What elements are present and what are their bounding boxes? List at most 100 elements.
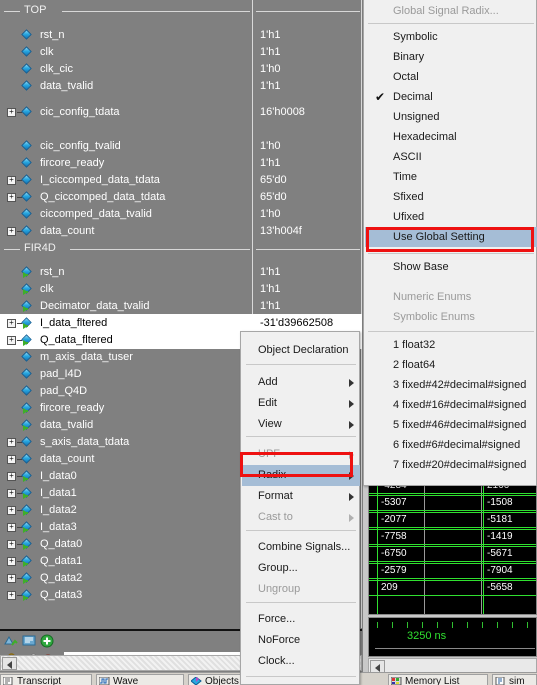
menu-item-label: 6 fixed#6#decimal#signed xyxy=(393,439,521,451)
menu-separator xyxy=(368,23,534,24)
signal-name: data_count xyxy=(40,453,95,465)
scroll-left-button[interactable] xyxy=(2,657,17,670)
signal-icon xyxy=(21,453,35,465)
insert-wave-icon[interactable] xyxy=(4,634,20,648)
expand-toggle-icon[interactable] xyxy=(7,455,16,464)
signal-diamond-icon xyxy=(21,106,32,117)
radix-menu-item-use-global-setting[interactable]: Use Global Setting xyxy=(365,227,537,247)
objects-icon xyxy=(190,676,202,685)
signal-row[interactable]: data_count 13'h004f xyxy=(0,223,362,240)
radix-menu-item-2-float64[interactable]: 2 float64 xyxy=(365,355,537,375)
signal-row[interactable]: clk 1'h1 xyxy=(0,44,362,61)
signal-row[interactable]: data_tvalid 1'h1 xyxy=(0,78,362,95)
signal-diamond-icon xyxy=(21,174,32,185)
radix-menu-item-7-fixed-20-decimal-signed[interactable]: 7 fixed#20#decimal#signed xyxy=(365,455,537,475)
menu-item-label: Numeric Enums xyxy=(393,291,472,303)
expand-toggle-icon[interactable] xyxy=(7,336,16,345)
signal-row[interactable]: I_ciccomped_data_tdata 65'd0 xyxy=(0,172,362,189)
expand-toggle-icon[interactable] xyxy=(7,319,16,328)
radix-menu-item-sfixed[interactable]: Sfixed xyxy=(365,187,537,207)
add-green-icon[interactable] xyxy=(40,634,54,648)
expand-toggle-icon[interactable] xyxy=(7,506,16,515)
wave-signal-line xyxy=(369,578,536,579)
radix-menu-item-6-fixed-6-decimal-signed[interactable]: 6 fixed#6#decimal#signed xyxy=(365,435,537,455)
expand-toggle-icon[interactable] xyxy=(7,591,16,600)
radix-menu-item-1-float32[interactable]: 1 float32 xyxy=(365,335,537,355)
add-to-list-icon[interactable] xyxy=(22,634,38,648)
signal-row[interactable]: rst_n 1'h1 xyxy=(0,27,362,44)
expand-toggle-icon[interactable] xyxy=(7,540,16,549)
expand-toggle-icon[interactable] xyxy=(7,557,16,566)
expand-toggle-icon[interactable] xyxy=(7,108,16,117)
radix-menu-item-decimal[interactable]: ✔ Decimal xyxy=(365,87,537,107)
expand-toggle-icon[interactable] xyxy=(7,472,16,481)
context-menu-item-edit[interactable]: Edit xyxy=(242,393,360,414)
context-menu-item-combine-signals[interactable]: Combine Signals... xyxy=(242,537,360,558)
signal-name: data_tvalid xyxy=(40,80,94,92)
signal-name: cic_config_tdata xyxy=(40,106,120,118)
signal-diamond-icon xyxy=(21,225,32,236)
signal-row[interactable]: fircore_ready 1'h1 xyxy=(0,155,362,172)
menu-item-label: 5 fixed#46#decimal#signed xyxy=(393,419,527,431)
context-menu-item-format[interactable]: Format xyxy=(242,486,360,507)
radix-menu-item-3-fixed-42-decimal-signed[interactable]: 3 fixed#42#decimal#signed xyxy=(365,375,537,395)
radix-menu-item-time[interactable]: Time xyxy=(365,167,537,187)
signal-name: I_data3 xyxy=(40,521,77,533)
tab-transcript[interactable]: Transcript xyxy=(0,674,92,685)
signal-icon xyxy=(21,470,35,482)
signal-row[interactable]: cic_config_tvalid 1'h0 xyxy=(0,138,362,155)
signal-row[interactable]: clk 1'h1 xyxy=(0,281,362,298)
radix-submenu[interactable]: Global Signal Radix... Symbolic Binary Octa… xyxy=(363,0,537,486)
context-menu-item-force[interactable]: Force... xyxy=(242,609,360,630)
context-menu-item-group[interactable]: Group... xyxy=(242,558,360,579)
wave-signal-line xyxy=(369,563,536,564)
radix-menu-item-4-fixed-16-decimal-signed[interactable]: 4 fixed#16#decimal#signed xyxy=(365,395,537,415)
signal-row[interactable]: ciccomped_data_tvalid 1'h0 xyxy=(0,206,362,223)
signal-direction-arrow-icon xyxy=(23,323,28,329)
signal-value: -31'd39662508 xyxy=(260,317,334,329)
radix-menu-item-unsigned[interactable]: Unsigned xyxy=(365,107,537,127)
tab-sim[interactable]: sim xyxy=(492,674,537,685)
radix-menu-item-numeric-enums: Numeric Enums xyxy=(365,287,537,307)
signal-row[interactable]: I_data_fltered -31'd39662508 xyxy=(0,315,362,332)
tab-wave[interactable]: Wave xyxy=(96,674,184,685)
signal-icon xyxy=(21,402,35,414)
signal-name: ciccomped_data_tvalid xyxy=(40,208,152,220)
wave-value-right: -1419 xyxy=(487,531,513,542)
signal-row[interactable]: cic_config_tdata 16'h0008 xyxy=(0,104,362,121)
context-menu-item-radix[interactable]: Radix xyxy=(242,465,360,486)
expand-toggle-icon[interactable] xyxy=(7,176,16,185)
radix-menu-item-binary[interactable]: Binary xyxy=(365,47,537,67)
expand-toggle-icon[interactable] xyxy=(7,438,16,447)
wave-time-ruler[interactable]: 3250 ns xyxy=(368,617,537,657)
context-menu-item-object-declaration[interactable]: Object Declaration xyxy=(242,340,360,361)
signal-row[interactable]: rst_n 1'h1 xyxy=(0,264,362,281)
radix-menu-item-octal[interactable]: Octal xyxy=(365,67,537,87)
expand-toggle-icon[interactable] xyxy=(7,489,16,498)
radix-menu-item-ufixed[interactable]: Ufixed xyxy=(365,207,537,227)
object-context-menu[interactable]: Object Declaration Add Edit View UPF Radix For… xyxy=(240,331,360,685)
radix-menu-item-5-fixed-46-decimal-signed[interactable]: 5 fixed#46#decimal#signed xyxy=(365,415,537,435)
radix-menu-item-symbolic[interactable]: Symbolic xyxy=(365,27,537,47)
signal-name: Q_data_fltered xyxy=(40,334,113,346)
radix-menu-item-show-base[interactable]: Show Base xyxy=(365,257,537,277)
context-menu-item-add[interactable]: Add xyxy=(242,372,360,393)
expand-toggle-icon[interactable] xyxy=(7,227,16,236)
signal-icon xyxy=(21,521,35,533)
signal-row[interactable]: Q_ciccomped_data_tdata 65'd0 xyxy=(0,189,362,206)
cursor-time-label: 3250 ns xyxy=(407,630,447,642)
radix-menu-item-ascii[interactable]: ASCII xyxy=(365,147,537,167)
context-menu-item-noforce[interactable]: NoForce xyxy=(242,630,360,651)
menu-item-label: Radix xyxy=(258,469,287,481)
context-menu-item-clock[interactable]: Clock... xyxy=(242,651,360,672)
radix-menu-item-hexadecimal[interactable]: Hexadecimal xyxy=(365,127,537,147)
expand-toggle-icon[interactable] xyxy=(7,574,16,583)
menu-item-label: 3 fixed#42#decimal#signed xyxy=(393,379,527,391)
signal-row[interactable]: Decimator_data_tvalid 1'h1 xyxy=(0,298,362,315)
signal-row[interactable]: clk_cic 1'h0 xyxy=(0,61,362,78)
wave-value-grid[interactable]: -571854-42842166-5307-1508-2077-5181-775… xyxy=(368,470,537,615)
expand-toggle-icon[interactable] xyxy=(7,193,16,202)
expand-toggle-icon[interactable] xyxy=(7,523,16,532)
tab-memory-list[interactable]: Memory List xyxy=(388,674,488,685)
context-menu-item-view[interactable]: View xyxy=(242,414,360,435)
